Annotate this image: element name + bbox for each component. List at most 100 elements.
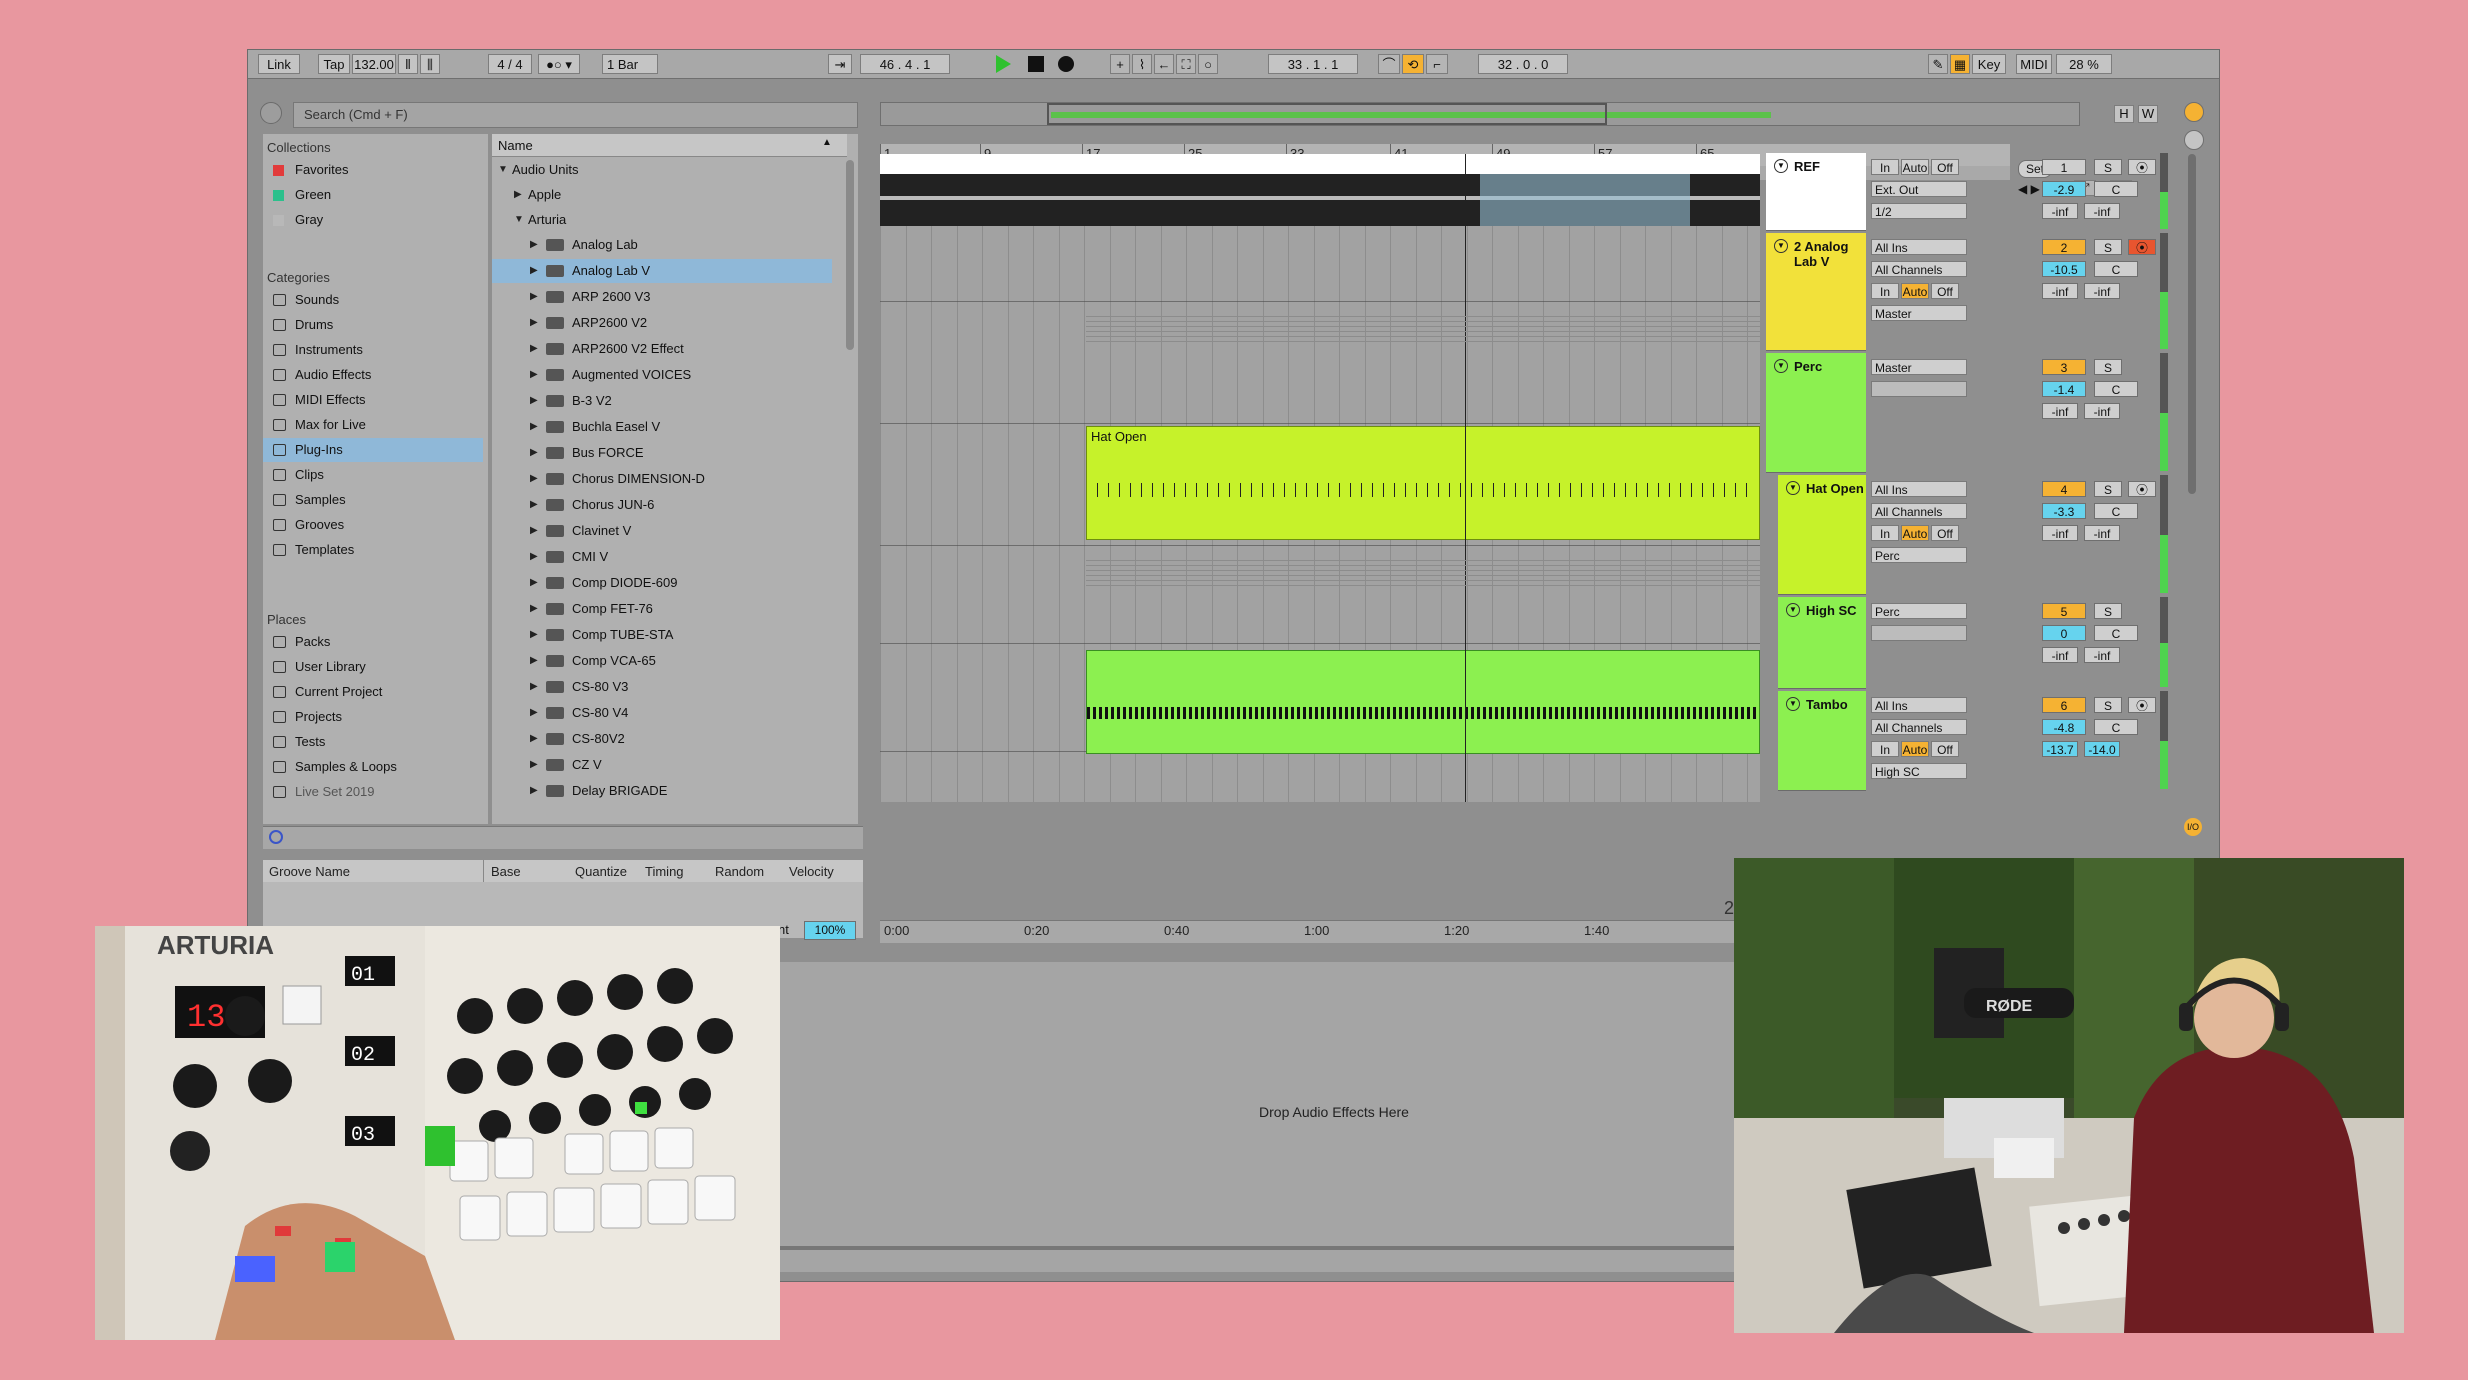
loop-toggle-icon[interactable]: ⟲ <box>1402 54 1424 74</box>
monitor-in-button[interactable]: In <box>1871 283 1899 299</box>
midi-map-button[interactable]: MIDI <box>2016 54 2052 74</box>
locator-prev-next-icon[interactable]: ◀ ▶ <box>2018 182 2040 196</box>
track-header-perc[interactable]: ▼ Perc <box>1766 353 1866 473</box>
monitor-auto-button[interactable]: Auto <box>1901 159 1929 175</box>
track-fold-icon[interactable]: ▼ <box>1774 239 1788 253</box>
input-channel-select[interactable]: All Channels <box>1871 503 1967 519</box>
pan-field[interactable]: C <box>2094 503 2138 519</box>
global-amount-field[interactable]: 100% <box>804 921 856 940</box>
monitor-in-button[interactable]: In <box>1871 525 1899 541</box>
hamburger-menu-icon[interactable] <box>2184 102 2204 122</box>
input-channel-select[interactable]: All Channels <box>1871 261 1967 277</box>
collapsed-arrow-icon[interactable]: ▶ <box>530 311 538 335</box>
monitor-off-button[interactable]: Off <box>1931 283 1959 299</box>
track-fold-icon[interactable]: ▼ <box>1774 359 1788 373</box>
fit-height-button[interactable]: H <box>2114 105 2134 123</box>
collapsed-arrow-icon[interactable]: ▶ <box>530 623 538 647</box>
solo-button[interactable]: S <box>2094 359 2122 375</box>
plugin-item-augmented-voices[interactable]: ▶ Augmented VOICES <box>492 363 832 387</box>
loop-start-field[interactable]: 33 . 1 . 1 <box>1268 54 1358 74</box>
collapsed-arrow-icon[interactable]: ▶ <box>530 545 538 569</box>
session-record-icon[interactable]: ○ <box>1198 54 1218 74</box>
input-type-select[interactable]: Master <box>1871 359 1967 375</box>
collapsed-arrow-icon[interactable]: ▶ <box>530 363 538 387</box>
volume-field[interactable]: -2.9 <box>2042 181 2086 197</box>
category-item-midi-effects[interactable]: MIDI Effects <box>263 388 483 412</box>
send-a-field[interactable]: -inf <box>2042 403 2078 419</box>
solo-button[interactable]: S <box>2094 239 2122 255</box>
pan-field[interactable]: C <box>2094 181 2138 197</box>
input-type-select[interactable]: Perc <box>1871 603 1967 619</box>
solo-button[interactable]: S <box>2094 697 2122 713</box>
category-item-grooves[interactable]: Grooves <box>263 513 483 537</box>
place-item-samples-loops[interactable]: Samples & Loops <box>263 755 483 779</box>
record-arm-icon[interactable]: ⦿ <box>2128 159 2156 175</box>
plugin-item-delay-brigade[interactable]: ▶ Delay BRIGADE <box>492 779 832 803</box>
collapsed-arrow-icon[interactable]: ▶ <box>530 285 538 309</box>
collection-item-green[interactable]: Green <box>263 183 483 207</box>
category-item-drums[interactable]: Drums <box>263 313 483 337</box>
collapsed-arrow-icon[interactable]: ▶ <box>530 519 538 543</box>
browser-scrollbar[interactable] <box>846 160 854 350</box>
pan-field[interactable]: C <box>2094 625 2138 641</box>
send-a-field[interactable]: -inf <box>2042 203 2078 219</box>
collapsed-arrow-icon[interactable]: ▶ <box>530 233 538 257</box>
monitor-in-button[interactable]: In <box>1871 741 1899 757</box>
collection-item-favorites[interactable]: Favorites <box>263 158 483 182</box>
tap-tempo-button[interactable]: Tap <box>318 54 350 74</box>
pan-field[interactable]: C <box>2094 381 2138 397</box>
collection-item-gray[interactable]: Gray <box>263 208 483 232</box>
metronome-toggle-icon[interactable]: ●○ ▾ <box>538 54 580 74</box>
collapsed-arrow-icon[interactable]: ▶ <box>530 441 538 465</box>
volume-field[interactable]: -3.3 <box>2042 503 2086 519</box>
plugin-item-analog-lab[interactable]: ▶ Analog Lab <box>492 233 832 257</box>
tree-folder-arturia[interactable]: ▼ Arturia <box>492 208 832 232</box>
volume-field[interactable]: -10.5 <box>2042 261 2086 277</box>
track-header-ref[interactable]: ▼ REF <box>1766 153 1866 231</box>
category-item-sounds[interactable]: Sounds <box>263 288 483 312</box>
link-button[interactable]: Link <box>258 54 300 74</box>
track-activator-button[interactable]: 3 <box>2042 359 2086 375</box>
volume-field[interactable]: 0 <box>2042 625 2086 641</box>
browser-toggle-button[interactable] <box>260 102 282 124</box>
track-header-tambo[interactable]: ▼ Tambo <box>1778 691 1866 791</box>
name-column-header[interactable]: Name ▲ <box>492 134 847 157</box>
empty-routing-slot[interactable] <box>1871 625 1967 641</box>
plugin-item-comp-tube-sta[interactable]: ▶ Comp TUBE-STA <box>492 623 832 647</box>
tree-folder-apple[interactable]: ▶ Apple <box>492 183 832 207</box>
record-arm-icon[interactable]: ⦿ <box>2128 239 2156 255</box>
monitor-auto-button[interactable]: Auto <box>1901 525 1929 541</box>
collapsed-arrow-icon[interactable]: ▶ <box>530 467 538 491</box>
send-b-field[interactable]: -inf <box>2084 525 2120 541</box>
solo-button[interactable]: S <box>2094 159 2122 175</box>
monitor-off-button[interactable]: Off <box>1931 525 1959 541</box>
output-select[interactable]: Master <box>1871 305 1967 321</box>
solo-button[interactable]: S <box>2094 481 2122 497</box>
send-b-field[interactable]: -inf <box>2084 647 2120 663</box>
collapsed-arrow-icon[interactable]: ▶ <box>530 649 538 673</box>
collapsed-arrow-icon[interactable]: ▶ <box>530 493 538 517</box>
collapsed-arrow-icon[interactable]: ▶ <box>530 597 538 621</box>
plugin-item-buchla-easel-v[interactable]: ▶ Buchla Easel V <box>492 415 832 439</box>
tree-folder-audio-units[interactable]: ▼ Audio Units <box>492 158 832 182</box>
plugin-item-bus-force[interactable]: ▶ Bus FORCE <box>492 441 832 465</box>
punch-in-icon[interactable]: ⌒ <box>1378 54 1400 74</box>
output-select[interactable]: Perc <box>1871 547 1967 563</box>
collapsed-arrow-icon[interactable]: ▶ <box>530 389 538 413</box>
place-item-user-library[interactable]: User Library <box>263 655 483 679</box>
send-b-field[interactable]: -inf <box>2084 283 2120 299</box>
clip-tambo[interactable] <box>1086 650 1760 754</box>
track-activator-button[interactable]: 2 <box>2042 239 2086 255</box>
plugin-item-analog-lab-v[interactable]: ▶ Analog Lab V <box>492 259 832 283</box>
collapsed-arrow-icon[interactable]: ▶ <box>514 183 522 207</box>
category-item-templates[interactable]: Templates <box>263 538 483 562</box>
ref-audio-clip[interactable] <box>880 154 1760 226</box>
send-a-field[interactable]: -inf <box>2042 525 2078 541</box>
plugin-item-chorus-jun-6[interactable]: ▶ Chorus JUN-6 <box>492 493 832 517</box>
track-activator-button[interactable]: 1 <box>2042 159 2086 175</box>
expanded-arrow-icon[interactable]: ▼ <box>514 208 524 232</box>
plugin-item-arp-2600-v3[interactable]: ▶ ARP 2600 V3 <box>492 285 832 309</box>
plugin-item-b-3-v2[interactable]: ▶ B-3 V2 <box>492 389 832 413</box>
monitor-auto-button[interactable]: Auto <box>1901 283 1929 299</box>
preview-icon[interactable] <box>269 830 283 844</box>
